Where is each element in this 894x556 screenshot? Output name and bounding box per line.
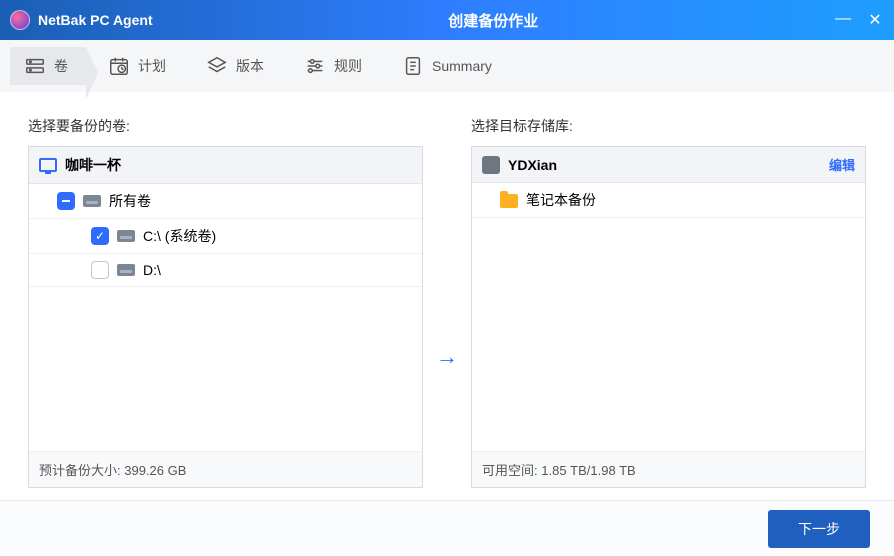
host-name: 咖啡一杯 [65,155,121,175]
step-version[interactable]: 版本 [192,47,282,85]
folder-icon [500,194,518,208]
step-summary[interactable]: Summary [388,47,510,85]
folder-name: 笔记本备份 [526,190,596,210]
source-panel: 选择要备份的卷: 咖啡一杯 所有卷 ✓ C:\ (系统卷) [28,116,423,488]
target-panel: 选择目标存储库: YDXian 编辑 笔记本备份 可用空间: 1.85 TB/1… [471,116,866,488]
content: 选择要备份的卷: 咖啡一杯 所有卷 ✓ C:\ (系统卷) [0,92,894,500]
layers-icon [206,55,228,77]
volume-d-label: D:\ [143,262,161,278]
volume-c-label: C:\ (系统卷) [143,226,216,246]
minimize-button[interactable]: — [834,10,852,30]
source-tree-body: 所有卷 ✓ C:\ (系统卷) D:\ [29,184,422,451]
step-volume[interactable]: 卷 [10,47,86,85]
source-tree: 咖啡一杯 所有卷 ✓ C:\ (系统卷) D:\ [28,146,423,488]
window-controls: — ✕ [834,10,884,30]
volume-c-row[interactable]: ✓ C:\ (系统卷) [29,219,422,254]
document-icon [402,55,424,77]
all-volumes-label: 所有卷 [109,191,151,211]
step-label: 版本 [236,56,264,76]
monitor-icon [39,158,57,172]
step-label: 卷 [54,56,68,76]
source-footer: 预计备份大小: 399.26 GB [29,451,422,487]
all-volumes-row[interactable]: 所有卷 [29,184,422,219]
space-value: 1.85 TB/1.98 TB [541,463,635,478]
repo-name: YDXian [508,157,557,173]
step-rule[interactable]: 规则 [290,47,380,85]
footer: 下一步 [0,500,894,556]
checkbox-checked[interactable]: ✓ [91,227,109,245]
target-title: 选择目标存储库: [471,116,866,136]
close-button[interactable]: ✕ [866,10,884,30]
target-repo-row[interactable]: YDXian 编辑 [472,147,865,183]
estimate-label: 预计备份大小: [39,463,121,478]
estimate-value: 399.26 GB [124,463,186,478]
step-label: 规则 [334,56,362,76]
target-footer: 可用空间: 1.85 TB/1.98 TB [472,451,865,487]
next-button[interactable]: 下一步 [768,510,870,548]
step-label: Summary [432,58,492,74]
disk-icon [117,230,135,242]
step-label: 计划 [138,56,166,76]
target-tree-body: 笔记本备份 [472,183,865,451]
checkbox-empty[interactable] [91,261,109,279]
sliders-icon [304,55,326,77]
storage-icon [482,156,500,174]
wizard-stepbar: 卷 计划 版本 规则 Summary [0,40,894,92]
titlebar: NetBak PC Agent 创建备份作业 — ✕ [0,0,894,40]
space-label: 可用空间: [482,463,538,478]
app-logo-icon [10,10,30,30]
step-schedule[interactable]: 计划 [94,47,184,85]
target-folder-row[interactable]: 笔记本备份 [472,183,865,218]
window-title: 创建备份作业 [153,10,834,31]
volume-icon [24,55,46,77]
source-host-row[interactable]: 咖啡一杯 [29,147,422,184]
source-title: 选择要备份的卷: [28,116,423,136]
disk-icon [83,195,101,207]
checkbox-partial[interactable] [57,192,75,210]
target-tree: YDXian 编辑 笔记本备份 可用空间: 1.85 TB/1.98 TB [471,146,866,488]
disk-icon [117,264,135,276]
app-name: NetBak PC Agent [38,12,153,28]
calendar-icon [108,55,130,77]
arrow-icon: → [435,116,459,488]
volume-d-row[interactable]: D:\ [29,254,422,287]
edit-link[interactable]: 编辑 [829,155,855,174]
